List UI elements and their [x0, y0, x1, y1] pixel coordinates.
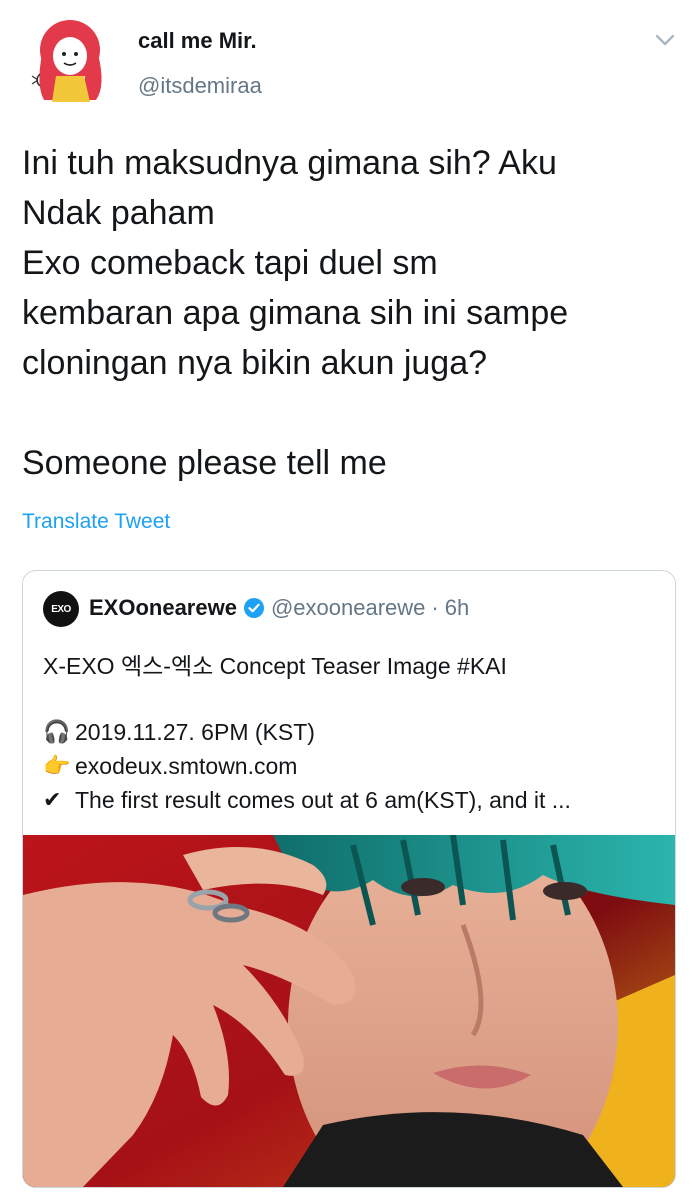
avatar[interactable]: [26, 14, 116, 106]
teaser-photo[interactable]: [23, 835, 675, 1187]
check-mark-icon: ✔: [43, 787, 62, 812]
quote-separator: ·: [431, 595, 439, 620]
verified-badge-icon: [243, 598, 264, 618]
quote-line-text: exodeux.smtown.com: [75, 753, 298, 779]
quote-avatar[interactable]: EXO: [43, 591, 79, 627]
quote-line: 👉 exodeux.smtown.com: [43, 749, 663, 783]
quote-handle[interactable]: @exoonearewe: [271, 595, 425, 621]
quoted-tweet-card[interactable]: EXO EXOonearewe @exoonearewe · 6h X-EXO …: [22, 570, 676, 1188]
display-name[interactable]: call me Mir.: [138, 28, 257, 54]
quote-text-title: X-EXO 엑스-엑소 Concept Teaser Image #KAI: [43, 653, 507, 679]
quote-line-text: The first result comes out at 6 am(KST),…: [75, 787, 571, 813]
pointing-hand-icon: 👉: [43, 753, 71, 778]
translate-tweet-link[interactable]: Translate Tweet: [22, 510, 170, 534]
quote-timestamp[interactable]: 6h: [445, 595, 469, 621]
quote-line-text: 2019.11.27. 6PM (KST): [75, 719, 315, 745]
headphones-icon: 🎧: [43, 719, 71, 744]
user-handle[interactable]: @itsdemiraa: [138, 73, 262, 99]
quote-header: EXOonearewe @exoonearewe · 6h: [89, 595, 469, 621]
quote-text-body: 🎧 2019.11.27. 6PM (KST) 👉 exodeux.smtown…: [43, 715, 663, 817]
quote-avatar-logo: EXO: [51, 603, 71, 615]
tweet: call me Mir. @itsdemiraa Ini tuh maksudn…: [0, 0, 696, 1200]
quote-display-name[interactable]: EXOonearewe: [89, 595, 237, 621]
chevron-down-icon[interactable]: [650, 30, 680, 50]
tweet-text: Ini tuh maksudnya gimana sih? Aku Ndak p…: [22, 144, 569, 482]
quote-line: 🎧 2019.11.27. 6PM (KST): [43, 715, 663, 749]
quote-line: ✔ The first result comes out at 6 am(KST…: [43, 783, 663, 817]
